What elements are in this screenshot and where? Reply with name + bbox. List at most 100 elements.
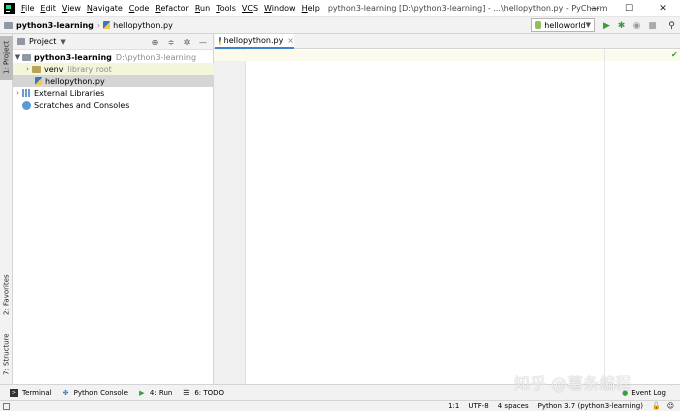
minimize-icon[interactable]: — — [578, 0, 612, 17]
close-icon[interactable]: × — [287, 36, 294, 45]
chevron-down-icon[interactable]: ▼ — [60, 38, 65, 46]
python-config-icon — [535, 21, 542, 29]
tree-item-venv-label: venv — [44, 64, 64, 74]
panel-tools: ⊕ ≑ ✲ — — [145, 36, 209, 48]
chevron-right-icon[interactable]: › — [23, 65, 32, 73]
project-panel-header: Project ▼ ⊕ ≑ ✲ — — [13, 34, 213, 50]
tree-item-scratches-label: Scratches and Consoles — [34, 100, 130, 110]
menu-item[interactable]: Run — [195, 4, 210, 13]
menu-item[interactable]: Navigate — [87, 4, 123, 13]
window-controls: — ☐ ✕ — [578, 0, 680, 17]
close-icon[interactable]: ✕ — [646, 0, 680, 17]
menu-items: File Edit View Navigate Code Refactor Run Tools… — [21, 4, 326, 13]
menu-item-label: S — [252, 3, 259, 13]
menu-item-label: avigate — [92, 3, 123, 13]
python-file-icon — [219, 36, 221, 45]
run-icon[interactable]: ▶ — [601, 20, 612, 31]
scratches-icon — [22, 100, 31, 110]
folder-icon — [22, 53, 31, 61]
project-view-icon — [17, 38, 25, 45]
project-tool-tab-label: 1: Project — [2, 41, 11, 75]
menu-item[interactable]: VCS — [242, 4, 258, 13]
tree-item-external-libraries[interactable]: › External Libraries — [13, 87, 214, 99]
menu-item-mnemonic: VC — [241, 3, 253, 13]
project-panel-title[interactable]: Project — [29, 37, 56, 46]
hide-panel-icon[interactable]: — — [197, 36, 209, 48]
lock-icon[interactable]: 🔓 — [652, 402, 661, 410]
search-icon[interactable]: ⚲ — [666, 20, 677, 31]
indent-setting[interactable]: 4 spaces — [498, 402, 529, 410]
run-tool-button[interactable]: ▶ 4: Run — [138, 389, 172, 397]
tree-item-file[interactable]: hellopython.py — [13, 75, 214, 87]
python-file-icon — [35, 77, 42, 85]
inspection-ok-icon[interactable]: ✔ — [671, 50, 678, 59]
collapse-all-icon[interactable]: ≑ — [165, 36, 177, 48]
menu-item[interactable]: Refactor — [155, 4, 189, 13]
folder-icon — [32, 65, 41, 73]
menu-item-label: iew — [67, 3, 81, 13]
project-tool-tab[interactable]: 1: Project — [0, 36, 13, 80]
todo-list-icon: ☰ — [183, 388, 190, 397]
menu-item[interactable]: Help — [302, 4, 320, 13]
chevron-right-icon[interactable]: › — [13, 89, 22, 97]
file-encoding[interactable]: UTF-8 — [468, 402, 488, 410]
menu-item-label: ools — [219, 3, 236, 13]
tree-item-scratches[interactable]: Scratches and Consoles — [13, 99, 214, 111]
stop-icon[interactable]: ■ — [647, 20, 658, 31]
left-tool-stripe: 1: Project 2: Favorites 7: Structure — [0, 34, 13, 384]
terminal-tool-button[interactable]: > Terminal — [10, 388, 52, 397]
maximize-icon[interactable]: ☐ — [612, 0, 646, 17]
event-log-label: Event Log — [631, 389, 666, 397]
interpreter-selector[interactable]: Python 3.7 (python3-learning) — [538, 402, 643, 410]
python-console-tool-button[interactable]: ✤ Python Console — [62, 389, 128, 397]
editor-tab-bar: hellopython.py × — [214, 34, 680, 49]
breadcrumb-separator: › — [96, 20, 101, 30]
breadcrumb-file[interactable]: hellopython.py — [103, 21, 173, 30]
watermark: 知乎 @薯条编程 — [514, 374, 632, 393]
run-configuration-select[interactable]: helloworld ▼ — [531, 18, 595, 32]
menu-item-label: un — [200, 3, 211, 13]
breadcrumb-project[interactable]: python3-learning — [4, 21, 94, 30]
menu-item-label: dit — [45, 3, 56, 13]
debug-icon[interactable]: ✱ — [616, 20, 627, 31]
menu-bar: File Edit View Navigate Code Refactor Run Tools… — [0, 0, 680, 17]
code-editor[interactable] — [246, 49, 680, 384]
window-title: python3-learning [D:\python3-learning] -… — [327, 3, 608, 13]
menu-item-mnemonic: W — [264, 3, 272, 13]
tree-item-root[interactable]: ▼ python3-learning D:\python3-learning — [13, 51, 214, 63]
menu-item[interactable]: View — [62, 4, 81, 13]
menu-item-label: elp — [307, 3, 320, 13]
structure-tool-tab[interactable]: 7: Structure — [0, 328, 13, 380]
tree-item-external-libraries-label: External Libraries — [34, 88, 105, 98]
menu-item-label: indow — [271, 3, 296, 13]
gear-icon[interactable]: ✲ — [181, 36, 193, 48]
pycharm-logo-icon — [4, 2, 15, 14]
menu-item[interactable]: Window — [264, 4, 296, 13]
menu-item[interactable]: Tools — [216, 4, 236, 13]
menu-item-label: efactor — [160, 3, 189, 13]
todo-tool-button[interactable]: ☰ 6: TODO — [182, 389, 224, 397]
tree-item-venv-note: library root — [67, 64, 112, 74]
library-icon — [22, 89, 31, 97]
run-label: 4: Run — [149, 388, 173, 397]
editor-gutter — [214, 49, 246, 384]
inspector-icon[interactable]: ☺ — [667, 402, 674, 410]
tool-windows-toggle-icon[interactable] — [3, 403, 10, 410]
coverage-icon[interactable]: ◉ — [631, 20, 642, 31]
locate-file-icon[interactable]: ⊕ — [149, 36, 161, 48]
tree-item-root-path: D:\python3-learning — [115, 52, 197, 62]
run-icon: ▶ — [139, 388, 145, 397]
structure-tool-tab-label: 7: Structure — [2, 333, 11, 375]
editor-tab-hellopython[interactable]: hellopython.py × — [215, 34, 294, 49]
menu-item-label: ile — [25, 3, 35, 13]
menu-item[interactable]: File — [21, 4, 34, 13]
tree-item-venv[interactable]: › venv library root — [13, 63, 214, 75]
menu-item[interactable]: Code — [129, 4, 150, 13]
terminal-label: Terminal — [22, 388, 52, 397]
chevron-down-icon: ▼ — [585, 21, 591, 29]
chevron-down-icon[interactable]: ▼ — [13, 53, 22, 61]
favorites-tool-tab[interactable]: 2: Favorites — [0, 270, 13, 320]
menu-item[interactable]: Edit — [40, 4, 56, 13]
menu-item-label: ode — [134, 3, 150, 13]
caret-position[interactable]: 1:1 — [448, 402, 459, 410]
